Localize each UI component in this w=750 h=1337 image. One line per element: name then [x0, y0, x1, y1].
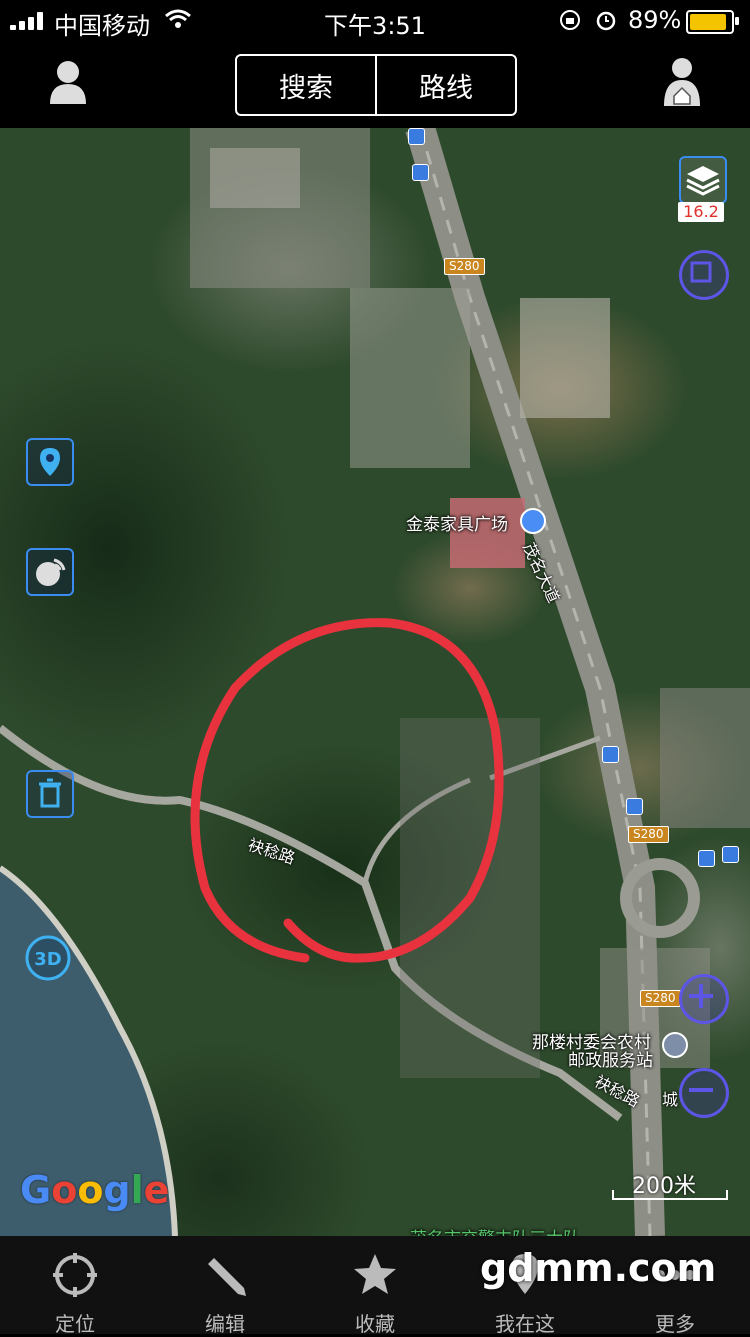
search-route-switch: 搜索 路线 — [235, 54, 517, 116]
trash-button[interactable] — [26, 770, 74, 818]
crosshair-icon — [53, 1253, 97, 1297]
radar-icon — [36, 558, 66, 586]
zoom-level-badge: 16.2 — [678, 202, 724, 222]
star-icon — [354, 1254, 396, 1294]
battery-icon — [686, 10, 739, 34]
bus-stop-icon[interactable] — [626, 798, 643, 815]
tab-label: 我在这 — [495, 1312, 555, 1336]
search-button[interactable]: 搜索 — [237, 56, 375, 114]
tab-label: 定位 — [55, 1312, 95, 1336]
shopping-bag-icon[interactable] — [520, 508, 546, 534]
user-icon[interactable] — [48, 58, 88, 106]
tab-favorites[interactable]: 收藏 — [300, 1236, 450, 1336]
poi-police-brigade[interactable]: 茂名市交警支队三大队 — [410, 1224, 580, 1236]
nav-bar: 搜索 路线 — [0, 40, 750, 128]
home-user-icon[interactable] — [662, 56, 702, 108]
bus-stop-icon[interactable] — [408, 128, 425, 145]
location-pin-button[interactable] — [26, 438, 74, 486]
status-bar: 中国移动 下午3:51 89% — [0, 0, 750, 40]
fullscreen-icon — [690, 261, 712, 283]
layers-button[interactable] — [679, 156, 727, 204]
tab-locate[interactable]: 定位 — [0, 1236, 150, 1336]
bus-stop-icon[interactable] — [698, 850, 715, 867]
tab-label: 收藏 — [355, 1312, 395, 1336]
road-shield: S280 — [444, 258, 485, 275]
map-pin-icon — [40, 448, 60, 476]
battery-fill — [690, 14, 726, 30]
plus-icon — [689, 984, 713, 1008]
watermark: gdmm.com — [480, 1246, 717, 1290]
trash-icon — [39, 778, 61, 808]
3d-view-button[interactable]: 3D — [24, 934, 72, 982]
fullscreen-button[interactable] — [679, 250, 729, 300]
mail-icon[interactable] — [662, 1032, 688, 1058]
bus-stop-icon[interactable] — [722, 846, 739, 863]
satellite-map[interactable]: S280 S280 S280 茂名大道 袂稔路 袂稔路 城 金泰家具广场 那楼村… — [0, 128, 750, 1236]
minus-icon — [689, 1088, 713, 1092]
zoom-in-button[interactable] — [679, 974, 729, 1024]
bus-stop-icon[interactable] — [602, 746, 619, 763]
google-logo: Google — [20, 1168, 170, 1212]
alarm-icon — [596, 11, 616, 31]
poi-furniture-plaza[interactable]: 金泰家具广场 — [406, 510, 508, 535]
road-label-cheng: 城 — [662, 1090, 679, 1109]
layers-icon — [686, 166, 720, 196]
route-button[interactable]: 路线 — [375, 56, 515, 114]
radar-button[interactable] — [26, 548, 74, 596]
tab-label: 编辑 — [205, 1312, 245, 1336]
bus-stop-icon[interactable] — [412, 164, 429, 181]
road-shield: S280 — [628, 826, 669, 843]
pencil-icon — [208, 1258, 246, 1296]
road-shield: S280 — [640, 990, 681, 1007]
tab-label: 更多 — [655, 1312, 695, 1336]
poi-post-station-line2[interactable]: 邮政服务站 — [568, 1046, 653, 1071]
svg-text:3D: 3D — [34, 949, 61, 970]
zoom-out-button[interactable] — [679, 1068, 729, 1118]
tab-edit[interactable]: 编辑 — [150, 1236, 300, 1336]
rotation-lock-icon — [560, 10, 580, 30]
tab-bar: 定位 编辑 收藏 我在这 更多 gdmm.com — [0, 1236, 750, 1336]
battery-percent: 89% — [628, 6, 682, 34]
scale-bar: 200米 — [612, 1168, 728, 1200]
